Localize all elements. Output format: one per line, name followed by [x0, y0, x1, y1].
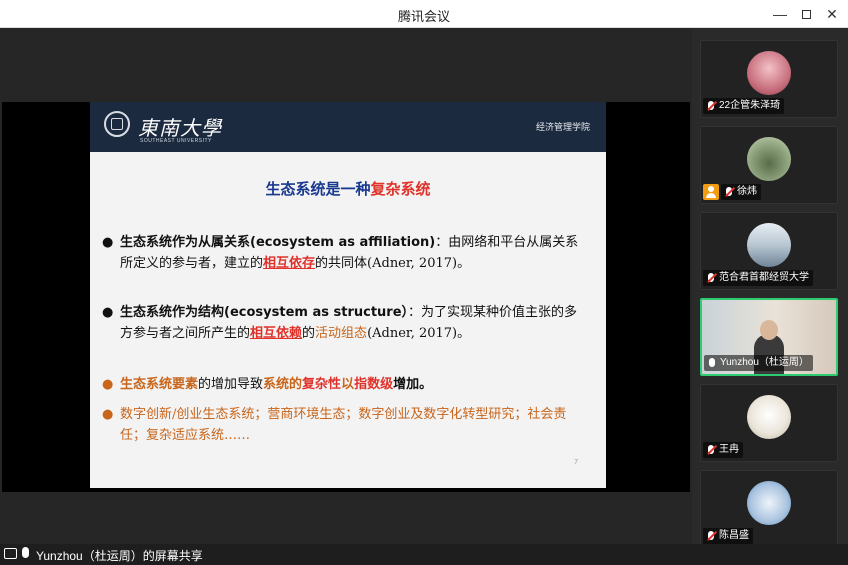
slide-title: 生态系统是一种复杂系统 [90, 178, 606, 199]
university-logo-icon [104, 111, 130, 137]
screen-share-label: Yunzhou（杜运周）的屏幕共享 [36, 549, 203, 563]
bullet-structure: ● 生态系统作为结构(ecosystem as structure）：为了实现某… [102, 302, 590, 344]
participant-nameplate: 22企管朱泽琦 [703, 98, 785, 114]
avatar [747, 395, 791, 439]
window-title: 腾讯会议 [397, 9, 450, 24]
participant-panel[interactable]: 22企管朱泽琦 徐炜 范合君首都经贸大学 Yunzhou（杜运周） 王冉 陈昌盛 [692, 28, 848, 548]
speaker-head [760, 320, 778, 340]
participant-tile[interactable]: 王冉 [700, 384, 838, 462]
bullet2-bold: 生态系统作为结构 [120, 305, 225, 320]
bullet-affiliation: ● 生态系统作为从属关系(ecosystem as affiliation)：由… [102, 232, 590, 274]
user-icon [703, 184, 719, 200]
bullet3-part7: 增加。 [393, 377, 433, 392]
bullet1-highlight: 相互依存 [263, 256, 316, 271]
participant-tile-active[interactable]: Yunzhou（杜运周） [700, 298, 838, 376]
screen-share-icon [4, 548, 17, 559]
bullet3-part1: 生态系统要素 [120, 377, 199, 392]
bullet2-en: (ecosystem as structure） [224, 305, 409, 320]
bullet3-part3: 系统的 [263, 377, 303, 392]
bullet3-part6: 指数级 [354, 377, 394, 392]
title-bar: 腾讯会议 — ✕ [0, 0, 848, 28]
participant-nameplate: 王冉 [703, 442, 743, 458]
microphone-icon [22, 547, 29, 558]
participant-nameplate: 范合君首都经贸大学 [703, 270, 813, 286]
shared-content: 東南大學 SOUTHEAST UNIVERSITY 经济管理学院 生态系统是一种… [2, 102, 690, 492]
bullet1-en: (ecosystem as affiliation) [250, 235, 436, 250]
participant-name: 徐炜 [737, 186, 757, 197]
participant-tile[interactable]: 徐炜 [700, 126, 838, 204]
bullet-dot: ● [102, 377, 114, 392]
bullet-complexity: ● 生态系统要素的增加导致系统的复杂性以指数级增加。 [102, 374, 590, 395]
bullet-research: ● 数字创新/创业生态系统；营商环境生态；数字创业及数字化转型研究；社会责任；复… [102, 404, 590, 446]
shared-screen-stage: 東南大學 SOUTHEAST UNIVERSITY 经济管理学院 生态系统是一种… [0, 28, 692, 544]
maximize-button[interactable] [796, 4, 816, 24]
slide-page-number: 7 [574, 459, 578, 466]
avatar [747, 51, 791, 95]
close-button[interactable]: ✕ [822, 4, 842, 24]
bullet2-text2: 的 [302, 326, 316, 341]
mic-muted-icon [726, 187, 732, 196]
participant-nameplate: 徐炜 [721, 184, 761, 200]
participant-name: 22企管朱泽琦 [719, 100, 781, 111]
participant-tile[interactable]: 陈昌盛 [700, 470, 838, 548]
mic-muted-icon [708, 273, 714, 282]
bullet2-highlight: 相互依赖 [250, 326, 303, 341]
avatar [747, 223, 791, 267]
presentation-slide: 東南大學 SOUTHEAST UNIVERSITY 经济管理学院 生态系统是一种… [90, 102, 606, 488]
participant-name: 陈昌盛 [719, 530, 749, 541]
participant-tile[interactable]: 范合君首都经贸大学 [700, 212, 838, 290]
screen-share-bar: Yunzhou（杜运周）的屏幕共享 [0, 544, 848, 565]
slide-title-prefix: 生态系统是一种 [265, 181, 371, 198]
bullet2-orange: 活动组态 [315, 326, 368, 341]
bullet2-text3: (Adner, 2017)。 [367, 326, 471, 341]
slide-header: 東南大學 SOUTHEAST UNIVERSITY 经济管理学院 [90, 102, 606, 152]
bullet1-bold: 生态系统作为从属关系 [120, 235, 251, 250]
bullet4-text: 数字创新/创业生态系统；营商环境生态；数字创业及数字化转型研究；社会责任；复杂适… [120, 407, 567, 443]
slide-title-highlight: 复杂系统 [370, 181, 431, 198]
participant-name: 王冉 [719, 444, 739, 455]
participant-nameplate: 陈昌盛 [703, 528, 753, 544]
avatar [747, 137, 791, 181]
bullet3-part2: 的增加导致 [198, 377, 264, 392]
bullet-dot: ● [102, 235, 114, 250]
bullet3-part4: 复杂性 [302, 377, 342, 392]
avatar [747, 481, 791, 525]
minimize-button[interactable]: — [770, 4, 790, 24]
mic-muted-icon [708, 531, 714, 540]
maximize-icon [801, 10, 811, 19]
participant-name: Yunzhou（杜运周） [720, 357, 809, 368]
mic-on-icon [709, 358, 715, 367]
university-subtitle: SOUTHEAST UNIVERSITY [140, 138, 212, 144]
bullet-dot: ● [102, 407, 114, 422]
bullet-dot: ● [102, 305, 114, 320]
bullet1-text2: 的共同体(Adner, 2017)。 [315, 256, 471, 271]
university-name: 東南大學 [138, 116, 222, 140]
participant-name: 范合君首都经贸大学 [719, 272, 809, 283]
school-name: 经济管理学院 [535, 122, 590, 132]
participant-nameplate: Yunzhou（杜运周） [704, 355, 813, 371]
mic-muted-icon [708, 101, 714, 110]
mic-muted-icon [708, 445, 714, 454]
participant-tile[interactable]: 22企管朱泽琦 [700, 40, 838, 118]
bullet3-part5: 以 [341, 377, 355, 392]
